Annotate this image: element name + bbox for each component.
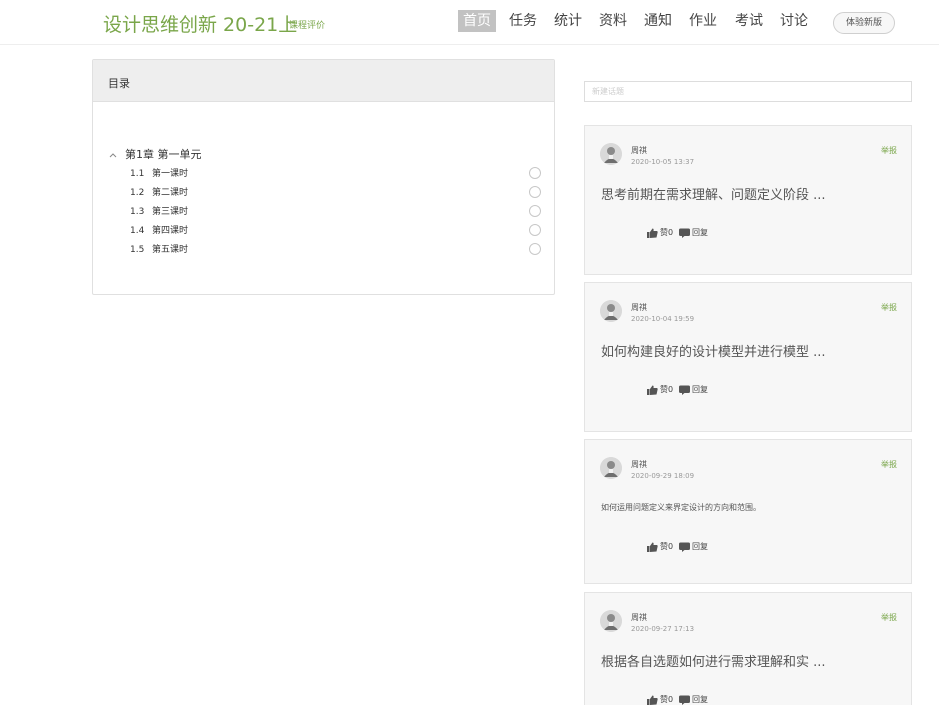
nav-home[interactable]: 首页: [458, 10, 496, 32]
report-link[interactable]: 举报: [881, 612, 897, 623]
lesson-item[interactable]: 1.5 第五课时: [130, 242, 550, 258]
top-header: 设计思维创新 20-21上 课程评价 首页 任务 统计 资料 通知 作业 考试 …: [0, 0, 939, 45]
catalog-panel: 目录 第1章 第一单元 1.1 第一课时 1.2 第二课时 1.3 第三课时 1.4 第…: [92, 59, 555, 295]
report-link[interactable]: 举报: [881, 302, 897, 313]
report-link[interactable]: 举报: [881, 459, 897, 470]
lesson-status-circle: [529, 167, 541, 179]
post-time: 2020-09-27 17:13: [631, 625, 695, 633]
lesson-item[interactable]: 1.1 第一课时: [130, 166, 550, 182]
new-topic-input[interactable]: [584, 81, 912, 102]
nav-tasks[interactable]: 任务: [509, 10, 537, 32]
post-card: 周祺 2020-09-29 18:09 举报 如何运用问题定义来界定设计的方向和…: [584, 439, 912, 584]
nav-homework[interactable]: 作业: [689, 10, 717, 32]
like-count: 赞0: [660, 228, 674, 237]
lesson-status-circle: [529, 243, 541, 255]
thumbs-up-icon: [647, 385, 658, 395]
post-time: 2020-10-05 13:37: [631, 158, 695, 166]
lesson-number: 1.3: [130, 207, 145, 217]
chapter-1[interactable]: 第1章 第一单元: [109, 146, 202, 162]
reply-label: 回复: [692, 695, 708, 704]
report-link[interactable]: 举报: [881, 145, 897, 156]
lesson-title[interactable]: 第三课时: [152, 207, 188, 217]
like-count: 赞0: [660, 542, 674, 551]
post-title[interactable]: 如何构建良好的设计模型并进行模型 ...: [601, 341, 826, 360]
post-title[interactable]: 思考前期在需求理解、问题定义阶段 ...: [601, 184, 826, 203]
post-card: 周祺 2020-10-05 13:37 举报 思考前期在需求理解、问题定义阶段 …: [584, 125, 912, 275]
post-card: 周祺 2020-10-04 19:59 举报 如何构建良好的设计模型并进行模型 …: [584, 282, 912, 432]
avatar[interactable]: [600, 143, 622, 165]
course-eval-link[interactable]: 课程评价: [289, 18, 325, 31]
course-title[interactable]: 设计思维创新 20-21上: [103, 10, 297, 37]
chapter-label: 第1章 第一单元: [125, 148, 202, 161]
post-title[interactable]: 如何运用问题定义来界定设计的方向和范围。: [601, 502, 761, 513]
like-count: 赞0: [660, 695, 674, 704]
post-card: 周祺 2020-09-27 17:13 举报 根据各自选题如何进行需求理解和实 …: [584, 592, 912, 705]
post-time: 2020-09-29 18:09: [631, 472, 695, 480]
reply-label: 回复: [692, 385, 708, 394]
lesson-title[interactable]: 第二课时: [152, 188, 188, 198]
nav-discussion[interactable]: 讨论: [780, 10, 808, 32]
avatar[interactable]: [600, 457, 622, 479]
comment-icon: [679, 228, 690, 238]
lesson-title[interactable]: 第五课时: [152, 245, 188, 255]
comment-icon: [679, 385, 690, 395]
lesson-item[interactable]: 1.2 第二课时: [130, 185, 550, 201]
try-new-version-button[interactable]: 体验新版: [833, 12, 895, 34]
avatar[interactable]: [600, 300, 622, 322]
nav-stats[interactable]: 统计: [554, 10, 582, 32]
nav-exams[interactable]: 考试: [735, 10, 763, 32]
nav-materials[interactable]: 资料: [599, 10, 627, 32]
lesson-number: 1.1: [130, 169, 145, 179]
thumbs-up-icon: [647, 695, 658, 705]
comment-icon: [679, 695, 690, 705]
lesson-number: 1.4: [130, 226, 145, 236]
avatar[interactable]: [600, 610, 622, 632]
lesson-number: 1.2: [130, 188, 145, 198]
nav-notices[interactable]: 通知: [644, 10, 672, 32]
post-author[interactable]: 周祺: [631, 459, 647, 470]
reply-label: 回复: [692, 228, 708, 237]
chevron-up-icon[interactable]: [109, 151, 117, 161]
thumbs-up-icon: [647, 228, 658, 238]
thumbs-up-icon: [647, 542, 658, 552]
lesson-item[interactable]: 1.4 第四课时: [130, 223, 550, 239]
lesson-item[interactable]: 1.3 第三课时: [130, 204, 550, 220]
post-author[interactable]: 周祺: [631, 612, 647, 623]
comment-icon: [679, 542, 690, 552]
post-author[interactable]: 周祺: [631, 145, 647, 156]
post-author[interactable]: 周祺: [631, 302, 647, 313]
lesson-status-circle: [529, 186, 541, 198]
lesson-number: 1.5: [130, 245, 145, 255]
lesson-title[interactable]: 第一课时: [152, 169, 188, 179]
lesson-title[interactable]: 第四课时: [152, 226, 188, 236]
post-time: 2020-10-04 19:59: [631, 315, 695, 323]
reply-label: 回复: [692, 542, 708, 551]
lesson-status-circle: [529, 224, 541, 236]
post-title[interactable]: 根据各自选题如何进行需求理解和实 ...: [601, 651, 826, 670]
lesson-status-circle: [529, 205, 541, 217]
like-count: 赞0: [660, 385, 674, 394]
catalog-title: 目录: [93, 60, 554, 102]
